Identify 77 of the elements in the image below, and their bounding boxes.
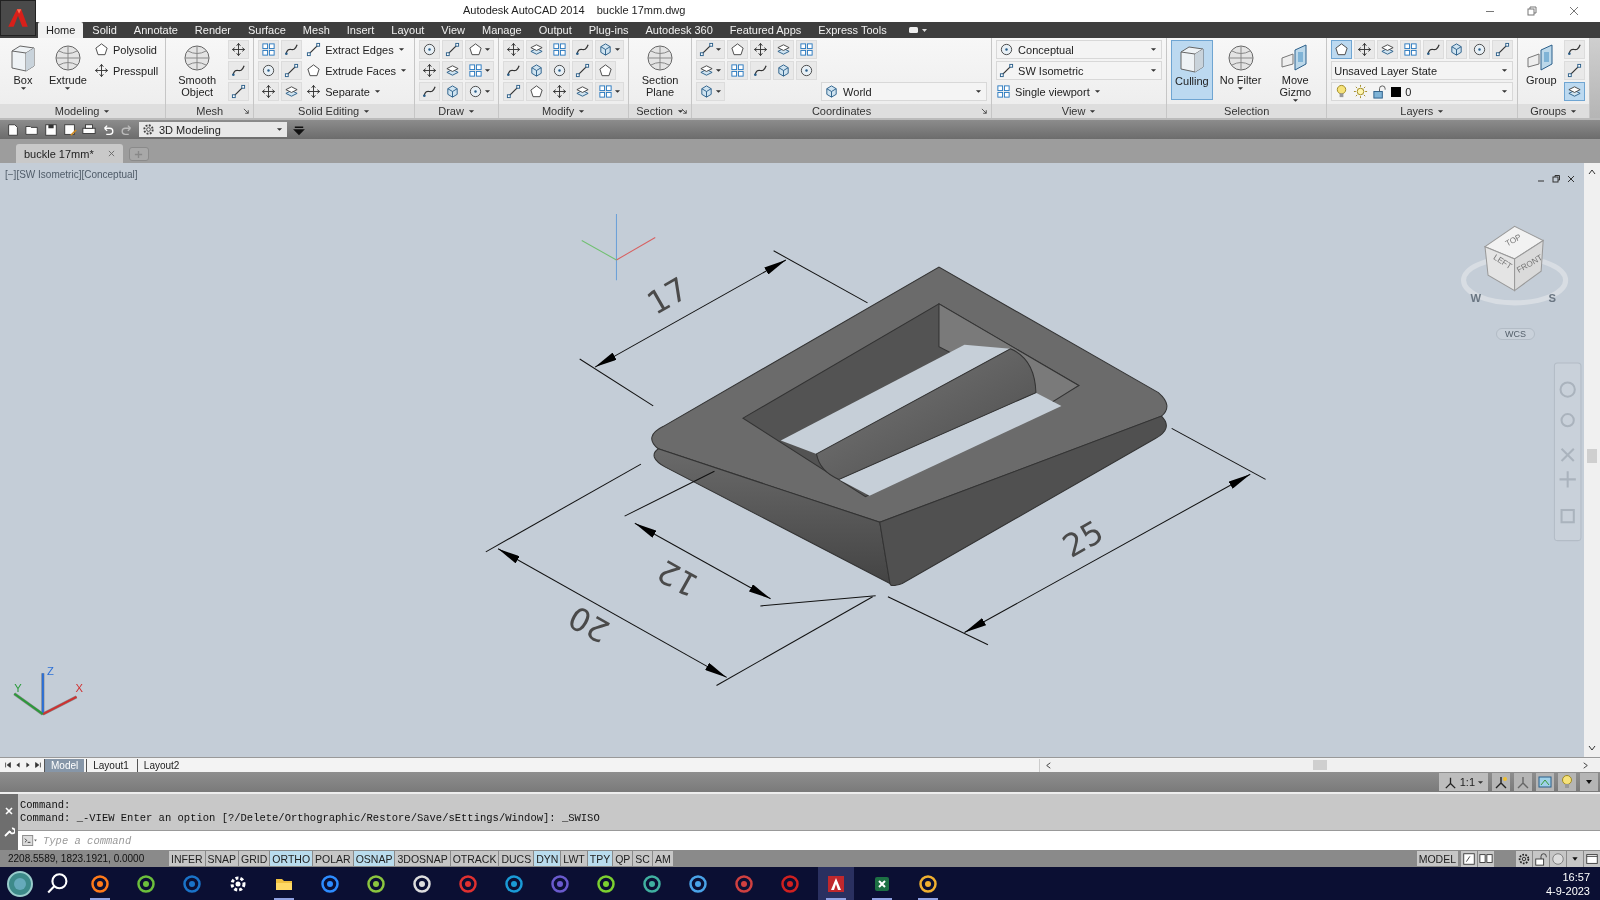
toggle-button[interactable]: ORTHO (270, 851, 313, 866)
sheet-tab[interactable]: Layout2 (136, 758, 186, 772)
ribbon-tab[interactable]: Layout (383, 22, 433, 38)
toggle-button[interactable]: DYN (534, 851, 561, 866)
ribbon-button[interactable]: Extrude (46, 40, 90, 100)
ribbon-button[interactable]: Presspull (93, 61, 162, 80)
axis-label: X (75, 681, 83, 694)
ribbon-button[interactable]: Move Gizmo (1268, 40, 1323, 100)
toggle-button[interactable]: LWT (561, 851, 587, 866)
ribbon-tab[interactable]: Autodesk 360 (637, 22, 721, 38)
axis-label: Z (46, 665, 54, 678)
axis-label: Y (14, 681, 22, 694)
toggle-button[interactable]: OSNAP (353, 851, 395, 866)
viewport-control[interactable]: [−] (5, 169, 17, 180)
document-name: buckle 17mm.dwg (596, 4, 686, 16)
ribbon-button[interactable]: Smooth Object (170, 40, 225, 100)
ribbon-button[interactable]: Extrude Faces (306, 61, 411, 80)
toggle-button[interactable]: GRID (239, 851, 270, 866)
dimension-text: 17 (641, 270, 694, 322)
toggle-button[interactable]: TPY (587, 851, 613, 866)
dropdown-field[interactable]: Conceptual (996, 40, 1163, 59)
viewport-control[interactable]: [SW Isometric] (16, 169, 82, 180)
ribbon-button[interactable]: Separate (306, 82, 411, 101)
ribbon-tab[interactable]: Mesh (294, 22, 338, 38)
ribbon-tab[interactable]: Solid (84, 22, 125, 38)
ribbon-button[interactable]: Single viewport (996, 82, 1163, 101)
clock-date: 4-9-2023 (1545, 883, 1590, 898)
sheet-tab[interactable]: Layout1 (86, 758, 135, 772)
ribbon-tab[interactable]: Manage (473, 22, 530, 38)
toggle-button[interactable]: INFER (169, 851, 205, 866)
ribbon-button[interactable]: Extract Edges (306, 40, 411, 59)
toggle-button[interactable]: QP (613, 851, 633, 866)
ribbon-tab[interactable]: Output (530, 22, 580, 38)
ribbon-button[interactable]: Culling (1171, 40, 1213, 100)
file-tab[interactable]: buckle 17mm* (16, 144, 123, 163)
toggle-button[interactable]: OTRACK (450, 851, 499, 866)
ribbon-tab[interactable]: Surface (239, 22, 294, 38)
dimension-text: 12 (651, 552, 705, 604)
coordinates-readout: 2208.5589, 1823.1921, 0.0000 (8, 853, 146, 864)
ribbon-tab[interactable]: Render (186, 22, 239, 38)
dropdown-field[interactable]: Unsaved Layer State (1331, 61, 1514, 80)
toggle-button[interactable]: AM (652, 851, 673, 866)
space-button[interactable]: MODEL (1416, 851, 1458, 866)
ribbon-button[interactable]: Section Plane (633, 40, 688, 100)
dimension-text: 25 (1056, 513, 1110, 565)
window-title: Autodesk AutoCAD 2014 (463, 4, 585, 16)
toggle-button[interactable]: DUCS (499, 851, 534, 866)
ribbon-tab[interactable]: Featured Apps (721, 22, 810, 38)
toggle-button[interactable]: POLAR (313, 851, 353, 866)
coordinate-system-button[interactable]: WCS (1496, 328, 1535, 340)
panel-title[interactable]: Coordinates (811, 105, 872, 117)
ribbon-tab[interactable]: Annotate (125, 22, 186, 38)
workspace-dropdown[interactable]: 3D Modeling (139, 122, 287, 137)
toggle-button[interactable]: SC (633, 851, 652, 866)
viewport-control[interactable]: [Conceptual] (81, 169, 138, 180)
clock-time: 16:57 (1562, 869, 1590, 884)
dropdown-field[interactable]: World (821, 82, 988, 101)
dropdown-field[interactable]: 0 (1331, 82, 1514, 101)
annotation-scale-button[interactable]: 1:1 (1438, 773, 1488, 791)
panel-title[interactable]: View (1061, 105, 1097, 117)
ribbon-tab[interactable]: Insert (338, 22, 383, 38)
toggle-button[interactable]: 3DOSNAP (395, 851, 450, 866)
command-history-line: Command: _-VIEW Enter an option [?/Delete/Orthographic/Restore/Save/sEttings/Window]: _SWISO (20, 812, 601, 825)
dropdown-field[interactable]: SW Isometric (996, 61, 1163, 80)
toggle-button[interactable]: SNAP (205, 851, 239, 866)
viewcube-label[interactable]: TOP (1503, 232, 1523, 249)
command-history-line: Command: (20, 799, 72, 812)
ribbon-tab[interactable]: Home (38, 22, 84, 38)
command-input[interactable]: Type a command (39, 831, 1600, 850)
ribbon-button[interactable]: Box (4, 40, 42, 100)
ribbon-button[interactable]: Group (1522, 40, 1561, 100)
ribbon-button[interactable]: Polysolid (93, 40, 162, 59)
ribbon-tab[interactable]: Express Tools (810, 22, 895, 38)
ribbon-tab[interactable]: Plug-ins (580, 22, 637, 38)
ribbon-button[interactable]: No Filter (1216, 40, 1265, 100)
ribbon-tab[interactable]: View (433, 22, 473, 38)
dimension-text: 20 (562, 598, 616, 650)
